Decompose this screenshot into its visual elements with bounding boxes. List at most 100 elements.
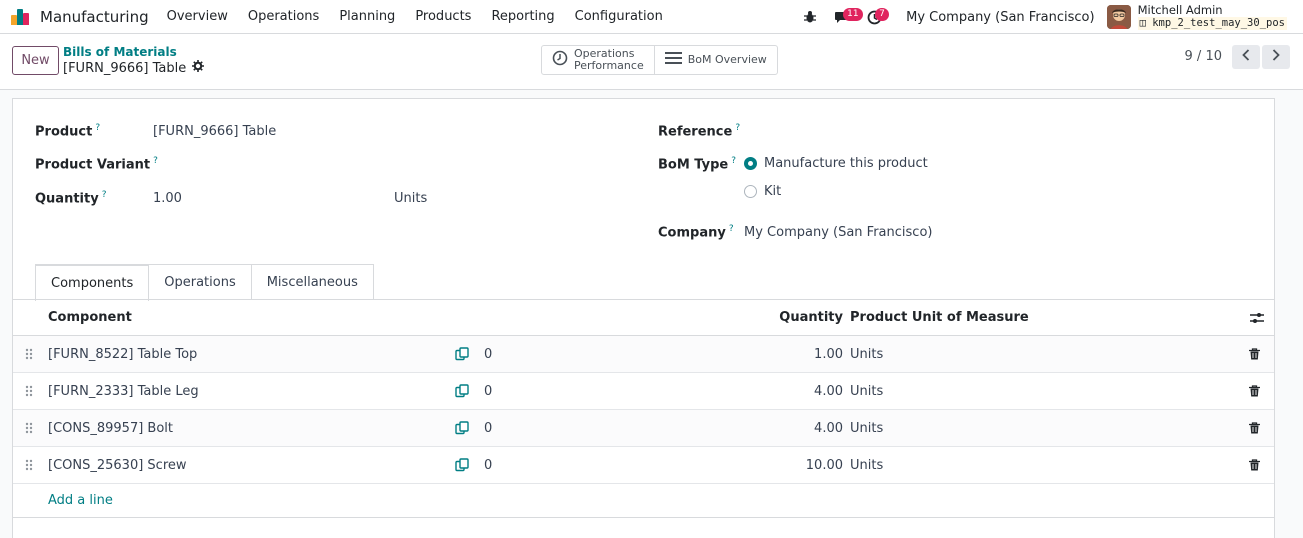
radio-checked-icon	[744, 157, 757, 170]
quantity-cell[interactable]: 10.00	[806, 447, 843, 483]
copies-cell: 0	[484, 346, 493, 362]
add-line-row: Add a line	[13, 484, 1274, 518]
copies-cell: 0	[484, 383, 493, 399]
bom-type-manufacture-label: Manufacture this product	[764, 156, 928, 171]
component-cell[interactable]: [CONS_89957] Bolt	[48, 410, 173, 446]
list-icon	[664, 51, 682, 69]
components-table: Component Quantity Product Unit of Measu…	[13, 300, 1274, 518]
bom-type-kit-radio[interactable]: Kit	[744, 184, 781, 199]
header-component[interactable]: Component	[48, 300, 132, 335]
chat-icon[interactable]: 11	[830, 5, 863, 29]
new-button[interactable]: New	[12, 46, 59, 75]
notebook-tabs: Components Operations Miscellaneous	[35, 264, 374, 301]
bom-type-manufacture-radio[interactable]: Manufacture this product	[744, 156, 928, 171]
header-quantity[interactable]: Quantity	[779, 300, 843, 335]
uom-cell[interactable]: Units	[850, 410, 883, 446]
component-cell[interactable]: [CONS_25630] Screw	[48, 447, 187, 483]
company-switcher[interactable]: My Company (San Francisco)	[906, 10, 1094, 25]
control-panel: New Bills of Materials [FURN_9666] Table…	[0, 34, 1303, 90]
product-variant-field[interactable]	[153, 156, 633, 174]
operations-performance-button[interactable]: Operations Performance	[542, 46, 654, 74]
sliders-icon[interactable]	[1250, 300, 1264, 335]
menu-products[interactable]: Products	[405, 9, 481, 24]
tab-components[interactable]: Components	[35, 264, 150, 301]
trash-icon[interactable]	[1249, 410, 1260, 446]
radio-unchecked-icon	[744, 185, 757, 198]
bom-overview-button[interactable]: BoM Overview	[653, 46, 777, 74]
form-sheet: Product? [FURN_9666] Table Product Varia…	[12, 98, 1275, 538]
top-navbar: Manufacturing Overview Operations Planni…	[0, 0, 1303, 34]
tab-miscellaneous[interactable]: Miscellaneous	[250, 264, 374, 300]
bug-icon[interactable]	[798, 5, 822, 29]
clock-icon[interactable]: 7	[862, 5, 889, 29]
uom-cell[interactable]: Units	[850, 373, 883, 409]
clock-icon	[552, 50, 568, 70]
quantity-cell[interactable]: 4.00	[814, 373, 843, 409]
copy-icon[interactable]	[455, 410, 469, 446]
bom-overview-label: BoM Overview	[687, 53, 767, 66]
trash-icon[interactable]	[1249, 373, 1260, 409]
database-name: ◫ kmp_2_test_may_30_pos	[1137, 17, 1287, 30]
copy-icon[interactable]	[455, 373, 469, 409]
table-row[interactable]: [CONS_89957] Bolt 0 4.00 Units	[13, 410, 1274, 447]
product-label: Product?	[35, 123, 101, 140]
bom-type-kit-label: Kit	[764, 184, 782, 199]
quantity-cell[interactable]: 4.00	[814, 410, 843, 446]
menu-operations[interactable]: Operations	[238, 9, 329, 24]
header-uom[interactable]: Product Unit of Measure	[850, 300, 1029, 335]
menu-reporting[interactable]: Reporting	[481, 9, 564, 24]
messages-badge: 11	[843, 8, 863, 21]
quantity-field[interactable]: 1.00	[153, 191, 182, 206]
breadcrumb[interactable]: Bills of Materials	[63, 45, 177, 59]
trash-icon[interactable]	[1249, 447, 1260, 483]
pager-value[interactable]: 9 / 10	[1185, 49, 1222, 64]
table-row[interactable]: [FURN_8522] Table Top 0 1.00 Units	[13, 336, 1274, 373]
activities-badge: 7	[875, 8, 889, 21]
manufacturing-app-icon[interactable]	[11, 8, 33, 25]
company-label: Company?	[658, 224, 734, 241]
operations-performance-label-2: Performance	[574, 59, 644, 72]
bom-type-label: BoM Type?	[658, 156, 737, 173]
product-variant-label: Product Variant?	[35, 156, 158, 173]
pager-next-button[interactable]	[1262, 45, 1290, 69]
product-field[interactable]: [FURN_9666] Table	[153, 124, 276, 139]
menu-configuration[interactable]: Configuration	[565, 9, 673, 24]
table-header: Component Quantity Product Unit of Measu…	[13, 300, 1274, 336]
user-menu[interactable]: Mitchell Admin ◫ kmp_2_test_may_30_pos	[1137, 3, 1287, 30]
tab-operations[interactable]: Operations	[148, 264, 252, 300]
component-cell[interactable]: [FURN_8522] Table Top	[48, 336, 197, 372]
company-field[interactable]: My Company (San Francisco)	[744, 225, 932, 240]
uom-cell[interactable]: Units	[850, 447, 883, 483]
menu-overview[interactable]: Overview	[157, 9, 238, 24]
reference-field[interactable]	[744, 123, 1244, 141]
quantity-uom-field[interactable]: Units	[394, 191, 427, 206]
menu-planning[interactable]: Planning	[329, 9, 405, 24]
app-name[interactable]: Manufacturing	[40, 8, 149, 26]
table-row[interactable]: [CONS_25630] Screw 0 10.00 Units	[13, 447, 1274, 484]
trash-icon[interactable]	[1249, 336, 1260, 372]
gear-icon[interactable]	[192, 60, 205, 76]
chevron-left-icon	[1242, 49, 1250, 65]
drag-handle-icon[interactable]	[25, 336, 33, 372]
table-row[interactable]: [FURN_2333] Table Leg 0 4.00 Units	[13, 373, 1274, 410]
chevron-right-icon	[1272, 49, 1280, 65]
quantity-label: Quantity?	[35, 190, 107, 207]
add-line-link[interactable]: Add a line	[48, 493, 113, 508]
drag-handle-icon[interactable]	[25, 410, 33, 446]
copy-icon[interactable]	[455, 336, 469, 372]
avatar[interactable]	[1106, 5, 1131, 29]
uom-cell[interactable]: Units	[850, 336, 883, 372]
drag-handle-icon[interactable]	[25, 447, 33, 483]
user-name: Mitchell Admin	[1137, 3, 1223, 17]
pager-previous-button[interactable]	[1232, 45, 1260, 69]
copies-cell: 0	[484, 420, 493, 436]
reference-label: Reference?	[658, 123, 741, 140]
record-title: [FURN_9666] Table	[63, 60, 205, 76]
record-title-text: [FURN_9666] Table	[63, 60, 187, 76]
copies-cell: 0	[484, 457, 493, 473]
drag-handle-icon[interactable]	[25, 373, 33, 409]
copy-icon[interactable]	[455, 447, 469, 483]
component-cell[interactable]: [FURN_2333] Table Leg	[48, 373, 199, 409]
smart-buttons: Operations Performance BoM Overview	[541, 45, 778, 75]
quantity-cell[interactable]: 1.00	[814, 336, 843, 372]
